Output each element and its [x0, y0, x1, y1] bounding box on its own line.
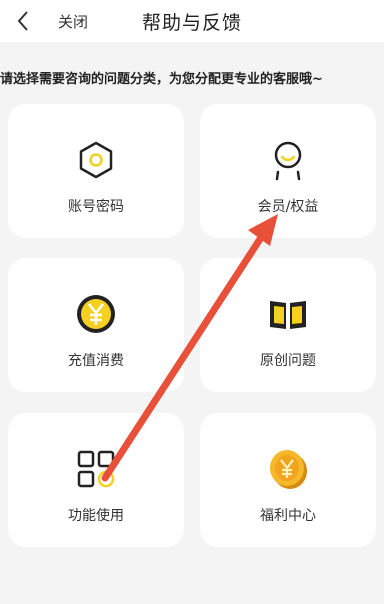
category-card-features[interactable]: 功能使用 [8, 413, 184, 547]
category-card-benefits[interactable]: 福利中心 [200, 413, 376, 547]
instruction-text: 请选择需要咨询的问题分类，为您分配更专业的客服哦~ [0, 72, 323, 87]
page-title: 帮助与反馈 [141, 12, 242, 34]
category-card-membership[interactable]: 会员/权益 [200, 104, 376, 238]
category-card-account[interactable]: 账号密码 [8, 104, 184, 238]
hexagon-icon [8, 138, 184, 182]
gold-coin-icon [200, 447, 376, 491]
category-card-original[interactable]: 原创问题 [200, 258, 376, 392]
yen-coin-icon [8, 292, 184, 336]
category-label: 功能使用 [68, 508, 124, 524]
category-label: 账号密码 [68, 199, 124, 215]
category-label: 福利中心 [260, 508, 316, 524]
category-label: 充值消费 [68, 353, 124, 369]
grid-apps-icon [8, 447, 184, 491]
open-book-icon [200, 292, 376, 336]
category-label: 会员/权益 [257, 199, 319, 215]
category-card-recharge[interactable]: 充值消费 [8, 258, 184, 392]
member-icon [200, 138, 376, 182]
category-label: 原创问题 [260, 353, 316, 369]
top-bar: 关闭 帮助与反馈 [0, 0, 384, 42]
